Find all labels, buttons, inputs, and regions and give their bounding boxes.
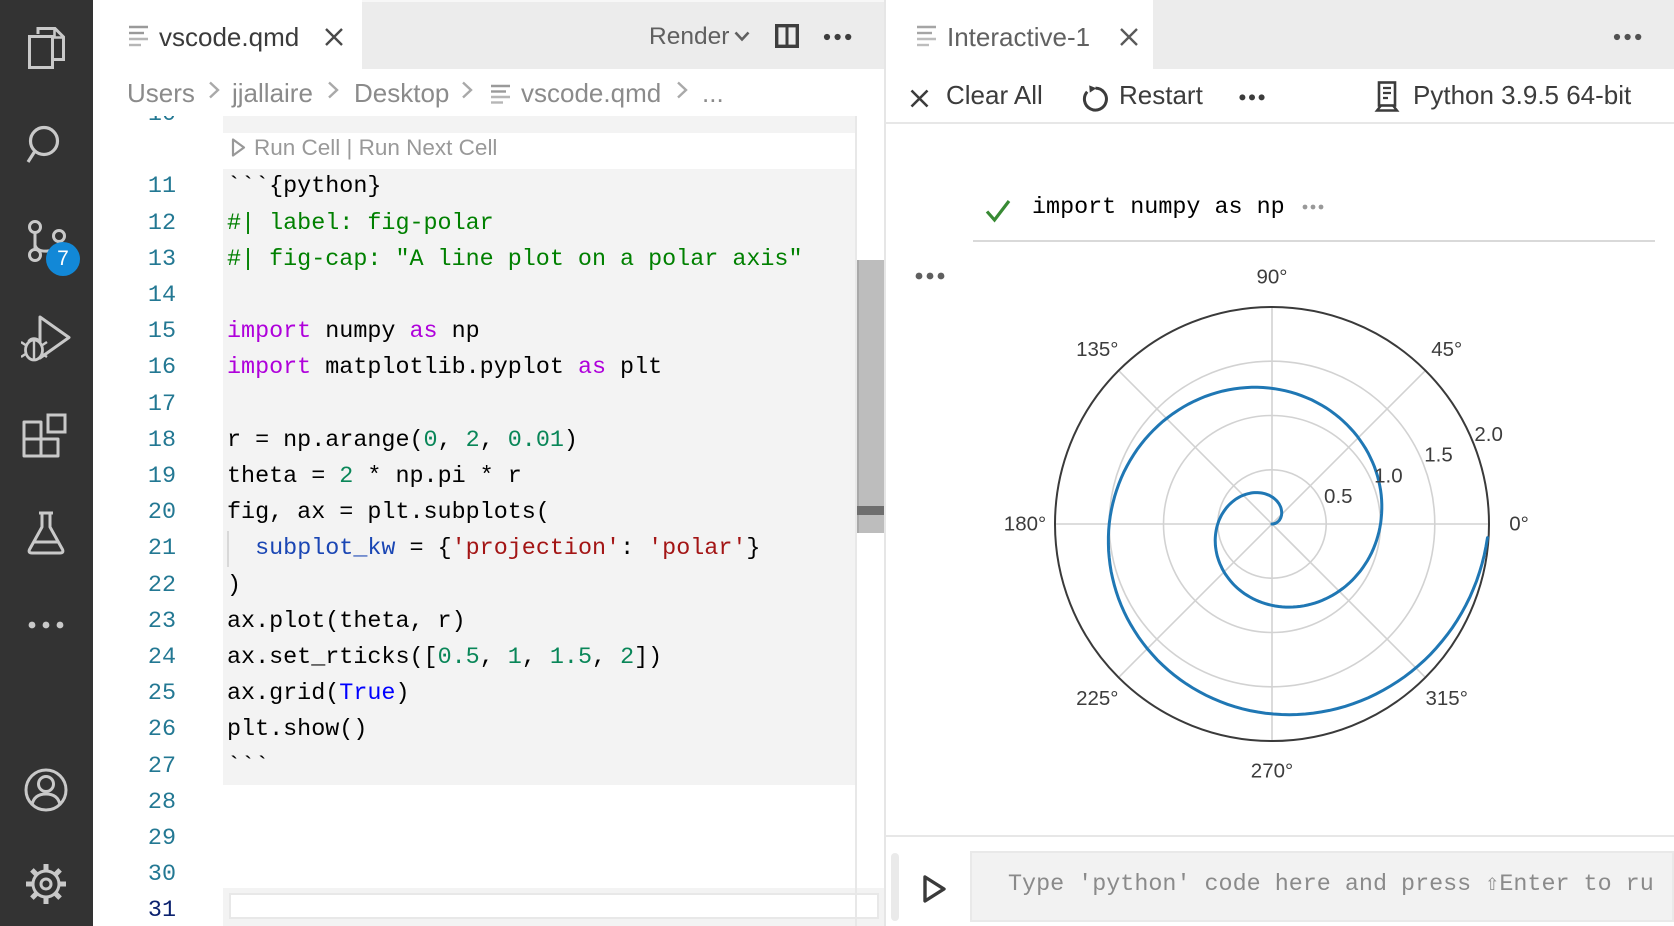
svg-text:1.5: 1.5 — [1424, 444, 1453, 467]
svg-text:0.5: 0.5 — [1324, 485, 1353, 508]
svg-text:45°: 45° — [1431, 338, 1462, 361]
svg-text:270°: 270° — [1251, 760, 1293, 783]
svg-text:2.0: 2.0 — [1474, 423, 1503, 446]
svg-text:225°: 225° — [1076, 687, 1118, 710]
svg-text:315°: 315° — [1425, 687, 1467, 710]
svg-text:1.0: 1.0 — [1374, 464, 1403, 487]
svg-text:90°: 90° — [1256, 266, 1287, 289]
svg-text:135°: 135° — [1076, 338, 1118, 361]
svg-text:0°: 0° — [1509, 513, 1529, 536]
svg-text:180°: 180° — [1004, 513, 1046, 536]
